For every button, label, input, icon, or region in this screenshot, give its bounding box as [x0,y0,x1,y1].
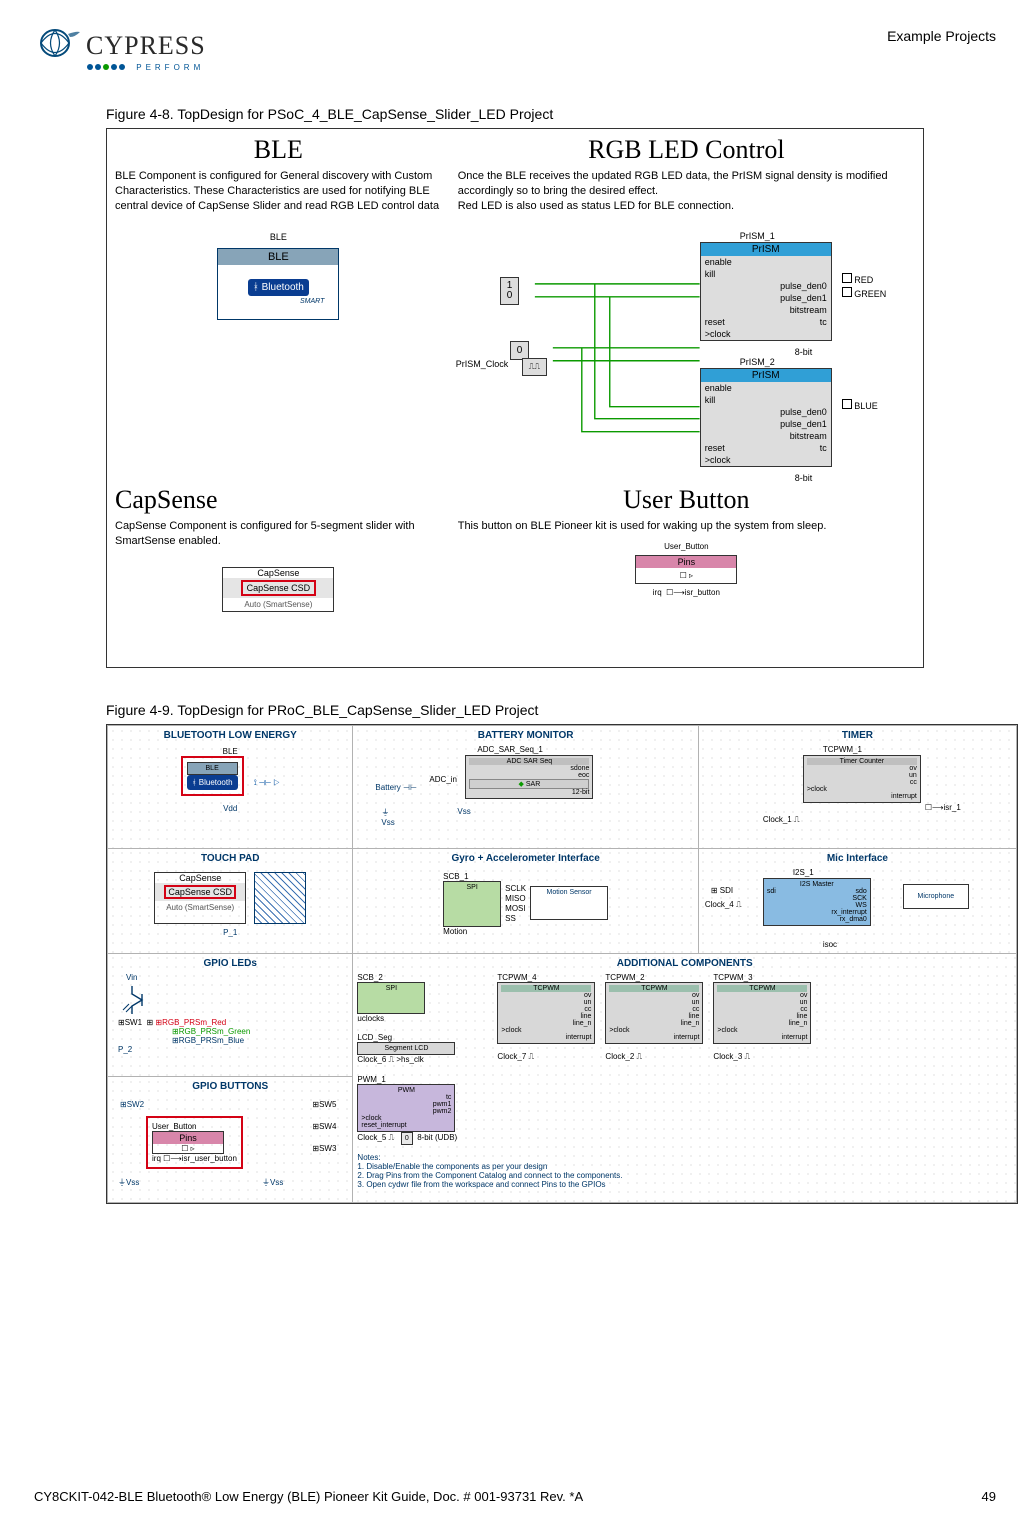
page-footer: CY8CKIT-042-BLE Bluetooth® Low Energy (B… [34,1489,996,1504]
f49-ble: BLUETOOTH LOW ENERGY BLE BLE ᚼ Bluetooth… [108,726,353,849]
antenna-icon: ⟟ ⊣⊢ ▷ [254,778,280,787]
f49-gpio-leds: GPIO LEDs Vin ⊞SW1 ⊞ ⊞RGB_PRSm_Red ⊞RGB_… [108,953,353,1076]
globe-icon [34,28,80,63]
user-button-title: User Button [458,485,915,515]
figure-4-9: BLUETOOTH LOW ENERGY BLE BLE ᚼ Bluetooth… [106,724,1018,1204]
user-button-red-outline: User_Button Pins☐ ▹ irq ☐⟶isr_user_butto… [146,1116,243,1169]
blue-pin-icon [842,399,852,409]
green-pin-icon [842,287,852,297]
f49-ble-component: BLE ᚼ Bluetooth [181,756,244,796]
prism-1: PrISM enable kill pulse_den0 pulse_den1 … [700,242,832,341]
ble-section: BLE BLE Component is configured for Gene… [107,129,450,479]
rgb-title: RGB LED Control [458,135,915,165]
f49-timer: TIMER TCPWM_1 Timer Counter ov un cc >cl… [698,726,1016,849]
page: CYPRESS PERFORM Example Projects Figure … [0,0,1030,1530]
f49-battery: BATTERY MONITOR ADC_SAR_Seq_1 ADC SAR Se… [353,726,698,849]
touchpad-icon [254,872,306,924]
logo-block: CYPRESS PERFORM [34,28,206,72]
const-one-zero: 10 [500,277,520,305]
figure-4-9-caption: Figure 4-9. TopDesign for PRoC_BLE_CapSe… [106,702,996,718]
brand-name: CYPRESS [86,31,206,61]
prism-clock-label: PrISM_Clock [456,359,509,369]
rgb-section: RGB LED Control Once the BLE receives th… [450,129,923,479]
led-icon [120,982,348,1018]
bluetooth-icon: ᚼ Bluetooth [248,279,309,296]
brand-tagline: PERFORM [86,63,206,72]
capsense-section: CapSense CapSense Component is configure… [107,479,450,667]
f49-additional: ADDITIONAL COMPONENTS SCB_2 SPI uclocks … [353,953,1017,1202]
f49-touch: TOUCH PAD CapSense CapSense CSD Auto (Sm… [108,848,353,953]
f49-mic: Mic Interface I2S_1 I2S Master sdisdo SC… [698,848,1016,953]
capsense-component: CapSense CapSense CSD Auto (SmartSense) [222,567,334,612]
red-pin-icon [842,273,852,283]
figure-4-8: BLE BLE Component is configured for Gene… [106,128,924,668]
section-label: Example Projects [887,28,996,44]
ble-comp-label: BLE [115,232,442,242]
user-button-desc: This button on BLE Pioneer kit is used f… [458,519,915,534]
prism-clock-block: ⎍⎍ [522,358,547,376]
rgb-desc: Once the BLE receives the updated RGB LE… [458,169,915,214]
user-button-section: User Button This button on BLE Pioneer k… [450,479,923,667]
capsense-title: CapSense [115,485,442,515]
f49-gpio-buttons: GPIO BUTTONS ⊞SW2 User_Button Pins☐ ▹ ir… [108,1077,353,1203]
capsense-desc: CapSense Component is configured for 5-s… [115,519,442,549]
prism-2: PrISM enable kill pulse_den0 pulse_den1 … [700,368,832,467]
f49-gyro: Gyro + Accelerometer Interface SCB_1 SPI… [353,848,698,953]
ble-desc: BLE Component is configured for General … [115,169,442,214]
user-button-component: Pins ☐ ▹ [635,555,737,584]
figure-4-8-caption: Figure 4-8. TopDesign for PSoC_4_BLE_Cap… [106,106,996,122]
ble-component: BLE ᚼ BluetoothSMART [217,248,339,320]
ble-title: BLE [115,135,442,165]
footer-doc-id: CY8CKIT-042-BLE Bluetooth® Low Energy (B… [34,1489,583,1504]
page-number: 49 [982,1489,996,1504]
page-header: CYPRESS PERFORM Example Projects [34,28,996,72]
